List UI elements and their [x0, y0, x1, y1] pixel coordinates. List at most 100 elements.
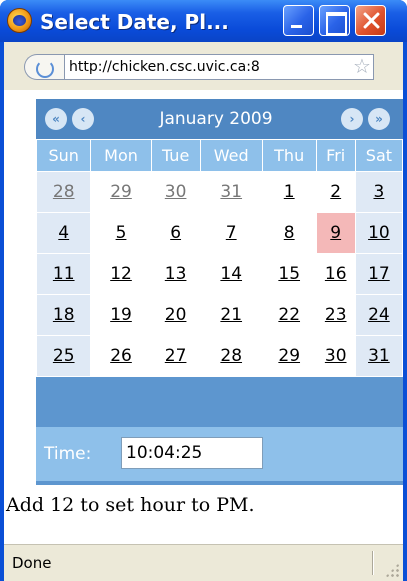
- next-month-icon[interactable]: ›: [341, 108, 363, 130]
- day-link[interactable]: 31: [220, 182, 242, 202]
- day-link[interactable]: 8: [284, 223, 295, 243]
- day-link[interactable]: 21: [220, 305, 242, 325]
- day-cell[interactable]: 3: [354, 171, 404, 213]
- day-link[interactable]: 2: [330, 182, 341, 202]
- day-link[interactable]: 28: [220, 346, 242, 366]
- day-link[interactable]: 30: [165, 182, 187, 202]
- resize-grip-icon[interactable]: [385, 563, 399, 577]
- prev-month-icon[interactable]: ‹: [72, 108, 94, 130]
- weekday-sat: Sat: [354, 139, 404, 172]
- day-cell[interactable]: 22: [261, 294, 317, 336]
- day-cell[interactable]: 14: [199, 253, 263, 295]
- day-cell[interactable]: 10: [354, 212, 404, 254]
- day-cell[interactable]: 30: [150, 171, 201, 213]
- day-link[interactable]: 6: [170, 223, 181, 243]
- url-field[interactable]: http://chicken.csc.uvic.ca:8: [64, 54, 374, 80]
- day-link[interactable]: 1: [284, 182, 295, 202]
- day-link[interactable]: 30: [325, 346, 347, 366]
- day-cell[interactable]: 6: [150, 212, 201, 254]
- maximize-button[interactable]: [319, 5, 350, 36]
- day-cell[interactable]: 25: [35, 335, 92, 377]
- day-cell[interactable]: 26: [90, 335, 152, 377]
- day-cell[interactable]: 24: [354, 294, 404, 336]
- day-link[interactable]: 7: [226, 223, 237, 243]
- day-cell[interactable]: 20: [150, 294, 201, 336]
- day-link[interactable]: 14: [220, 264, 242, 284]
- day-cell[interactable]: 11: [35, 253, 92, 295]
- weekday-sun: Sun: [35, 139, 92, 172]
- day-link[interactable]: 25: [53, 346, 75, 366]
- week-row: 18 19 20 21 22 23 24: [35, 294, 404, 336]
- day-cell[interactable]: 13: [150, 253, 201, 295]
- day-link[interactable]: 5: [116, 223, 127, 243]
- day-link[interactable]: 28: [53, 182, 75, 202]
- day-cell[interactable]: 15: [261, 253, 317, 295]
- day-link[interactable]: 31: [368, 346, 390, 366]
- day-cell[interactable]: 12: [90, 253, 152, 295]
- bookmark-star-icon[interactable]: ☆: [353, 56, 373, 76]
- day-link[interactable]: 27: [165, 346, 187, 366]
- day-link[interactable]: 3: [373, 182, 384, 202]
- day-link[interactable]: 16: [325, 264, 347, 284]
- day-cell[interactable]: 29: [261, 335, 317, 377]
- day-cell[interactable]: 30: [315, 335, 356, 377]
- time-label: Time:: [44, 444, 92, 464]
- week-row: 4 5 6 7 8 9 10: [35, 212, 404, 254]
- status-divider: [372, 551, 374, 575]
- day-cell[interactable]: 31: [354, 335, 404, 377]
- day-link[interactable]: 19: [110, 305, 132, 325]
- address-bar: http://chicken.csc.uvic.ca:8 ☆: [4, 42, 403, 90]
- day-link[interactable]: 29: [278, 346, 300, 366]
- day-cell-today[interactable]: 9: [315, 212, 356, 254]
- week-row: 28 29 30 31 1 2 3: [35, 171, 404, 213]
- day-link[interactable]: 22: [278, 305, 300, 325]
- minimize-button[interactable]: [283, 5, 314, 36]
- day-cell[interactable]: 18: [35, 294, 92, 336]
- day-cell[interactable]: 19: [90, 294, 152, 336]
- day-link[interactable]: 17: [368, 264, 390, 284]
- day-link[interactable]: 4: [58, 223, 69, 243]
- day-cell[interactable]: 7: [199, 212, 263, 254]
- day-cell[interactable]: 4: [35, 212, 92, 254]
- day-link[interactable]: 23: [325, 305, 347, 325]
- day-cell[interactable]: 5: [90, 212, 152, 254]
- day-link[interactable]: 15: [278, 264, 300, 284]
- day-link[interactable]: 26: [110, 346, 132, 366]
- day-link[interactable]: 18: [53, 305, 75, 325]
- day-cell[interactable]: 21: [199, 294, 263, 336]
- close-button[interactable]: [355, 5, 386, 36]
- title-bar[interactable]: Select Date, Pl...: [0, 0, 407, 42]
- day-link[interactable]: 11: [53, 264, 75, 284]
- day-cell[interactable]: 23: [315, 294, 356, 336]
- day-cell[interactable]: 28: [35, 171, 92, 213]
- status-text: Done: [12, 554, 52, 572]
- day-cell[interactable]: 16: [315, 253, 356, 295]
- page-content: « ‹ January 2009 › » Sun Mon Tue Wed Thu…: [4, 90, 404, 544]
- day-cell[interactable]: 28: [199, 335, 263, 377]
- firefox-icon: [7, 8, 32, 33]
- day-link[interactable]: 24: [368, 305, 390, 325]
- month-label: January 2009: [159, 109, 273, 129]
- day-cell[interactable]: 17: [354, 253, 404, 295]
- week-row: 25 26 27 28 29 30 31: [35, 335, 404, 377]
- day-cell[interactable]: 1: [261, 171, 317, 213]
- day-cell[interactable]: 31: [199, 171, 263, 213]
- day-link[interactable]: 9: [330, 223, 341, 243]
- day-cell[interactable]: 27: [150, 335, 201, 377]
- day-link[interactable]: 12: [110, 264, 132, 284]
- prev-year-icon[interactable]: «: [45, 108, 67, 130]
- status-bar: Done: [4, 544, 403, 581]
- day-link[interactable]: 10: [368, 223, 390, 243]
- day-link[interactable]: 20: [165, 305, 187, 325]
- day-link[interactable]: 13: [165, 264, 187, 284]
- time-row: Time:: [36, 427, 403, 481]
- next-year-icon[interactable]: »: [368, 108, 390, 130]
- time-input[interactable]: [121, 437, 263, 469]
- weekday-mon: Mon: [90, 139, 152, 172]
- day-cell[interactable]: 8: [261, 212, 317, 254]
- site-identity-icon[interactable]: [24, 54, 64, 80]
- weekday-fri: Fri: [315, 139, 356, 172]
- day-cell[interactable]: 29: [90, 171, 152, 213]
- day-cell[interactable]: 2: [315, 171, 356, 213]
- day-link[interactable]: 29: [110, 182, 132, 202]
